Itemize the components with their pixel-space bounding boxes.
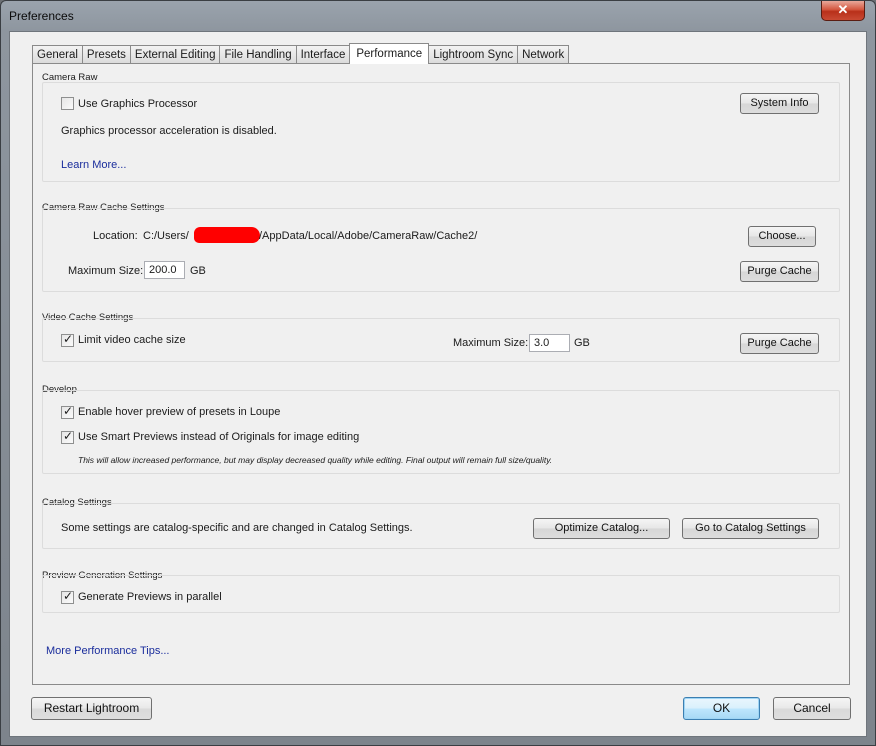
- location-label: Location:: [93, 230, 138, 242]
- purge-video-cache-button[interactable]: Purge Cache: [740, 333, 819, 354]
- tab-lightroom-sync[interactable]: Lightroom Sync: [428, 45, 519, 64]
- check-icon: ✓: [63, 589, 74, 603]
- smart-previews-note: This will allow increased performance, b…: [78, 455, 553, 465]
- smart-previews-checkbox[interactable]: ✓: [61, 429, 74, 444]
- redaction-mark: [194, 227, 260, 243]
- hover-preview-checkbox[interactable]: ✓: [61, 404, 74, 419]
- limit-video-cache-label: Limit video cache size: [78, 334, 186, 346]
- tab-performance[interactable]: Performance: [349, 43, 430, 64]
- tab-presets[interactable]: Presets: [81, 45, 131, 64]
- close-button[interactable]: ✕: [821, 1, 865, 21]
- title-bar[interactable]: Preferences ✕: [1, 1, 875, 31]
- tab-network[interactable]: Network: [517, 45, 570, 64]
- limit-video-cache-checkbox[interactable]: ✓: [61, 332, 74, 347]
- goto-catalog-settings-button[interactable]: Go to Catalog Settings: [682, 518, 819, 539]
- video-max-size-label: Maximum Size:: [453, 337, 529, 349]
- tab-strip: General Presets External Editing File Ha…: [32, 43, 570, 64]
- hover-preview-label: Enable hover preview of presets in Loupe: [78, 406, 281, 418]
- choose-location-button[interactable]: Choose...: [748, 226, 816, 247]
- gpu-status-text: Graphics processor acceleration is disab…: [61, 125, 277, 137]
- check-icon: ✓: [63, 429, 74, 443]
- tab-general[interactable]: General: [32, 45, 83, 64]
- location-path-end: /AppData/Local/Adobe/CameraRaw/Cache2/: [259, 230, 478, 242]
- optimize-catalog-button[interactable]: Optimize Catalog...: [533, 518, 670, 539]
- more-tips-link[interactable]: More Performance Tips...: [46, 645, 170, 657]
- use-gpu-checkbox[interactable]: [61, 97, 74, 110]
- check-icon: ✓: [63, 404, 74, 418]
- cache-max-size-label: Maximum Size:: [68, 265, 144, 277]
- cache-unit: GB: [190, 265, 206, 277]
- learn-more-link[interactable]: Learn More...: [61, 159, 126, 171]
- parallel-previews-label: Generate Previews in parallel: [78, 591, 222, 603]
- dialog-client: General Presets External Editing File Ha…: [9, 31, 867, 737]
- restart-lightroom-button[interactable]: Restart Lightroom: [31, 697, 152, 720]
- cancel-button[interactable]: Cancel: [773, 697, 851, 720]
- tab-file-handling[interactable]: File Handling: [219, 45, 297, 64]
- system-info-button[interactable]: System Info: [740, 93, 819, 114]
- check-icon: ✓: [63, 332, 74, 346]
- location-path-start: C:/Users/: [143, 230, 189, 242]
- ok-button[interactable]: OK: [683, 697, 760, 720]
- use-gpu-label: Use Graphics Processor: [78, 98, 198, 110]
- smart-previews-label: Use Smart Previews instead of Originals …: [78, 431, 360, 443]
- performance-panel: Camera Raw Use Graphics Processor System…: [32, 63, 850, 685]
- video-max-size-input[interactable]: 3.0: [529, 334, 570, 352]
- window-title: Preferences: [9, 9, 74, 23]
- cache-max-size-input[interactable]: 200.0: [144, 261, 185, 279]
- close-icon: ✕: [837, 2, 849, 17]
- preferences-window: Preferences ✕ General Presets External E…: [0, 0, 876, 746]
- video-unit: GB: [574, 337, 590, 349]
- cache-group: [42, 208, 840, 292]
- purge-cache-button[interactable]: Purge Cache: [740, 261, 819, 282]
- tab-interface[interactable]: Interface: [295, 45, 351, 64]
- parallel-previews-checkbox[interactable]: ✓: [61, 589, 74, 604]
- catalog-text: Some settings are catalog-specific and a…: [61, 522, 413, 534]
- tab-external-editing[interactable]: External Editing: [129, 45, 221, 64]
